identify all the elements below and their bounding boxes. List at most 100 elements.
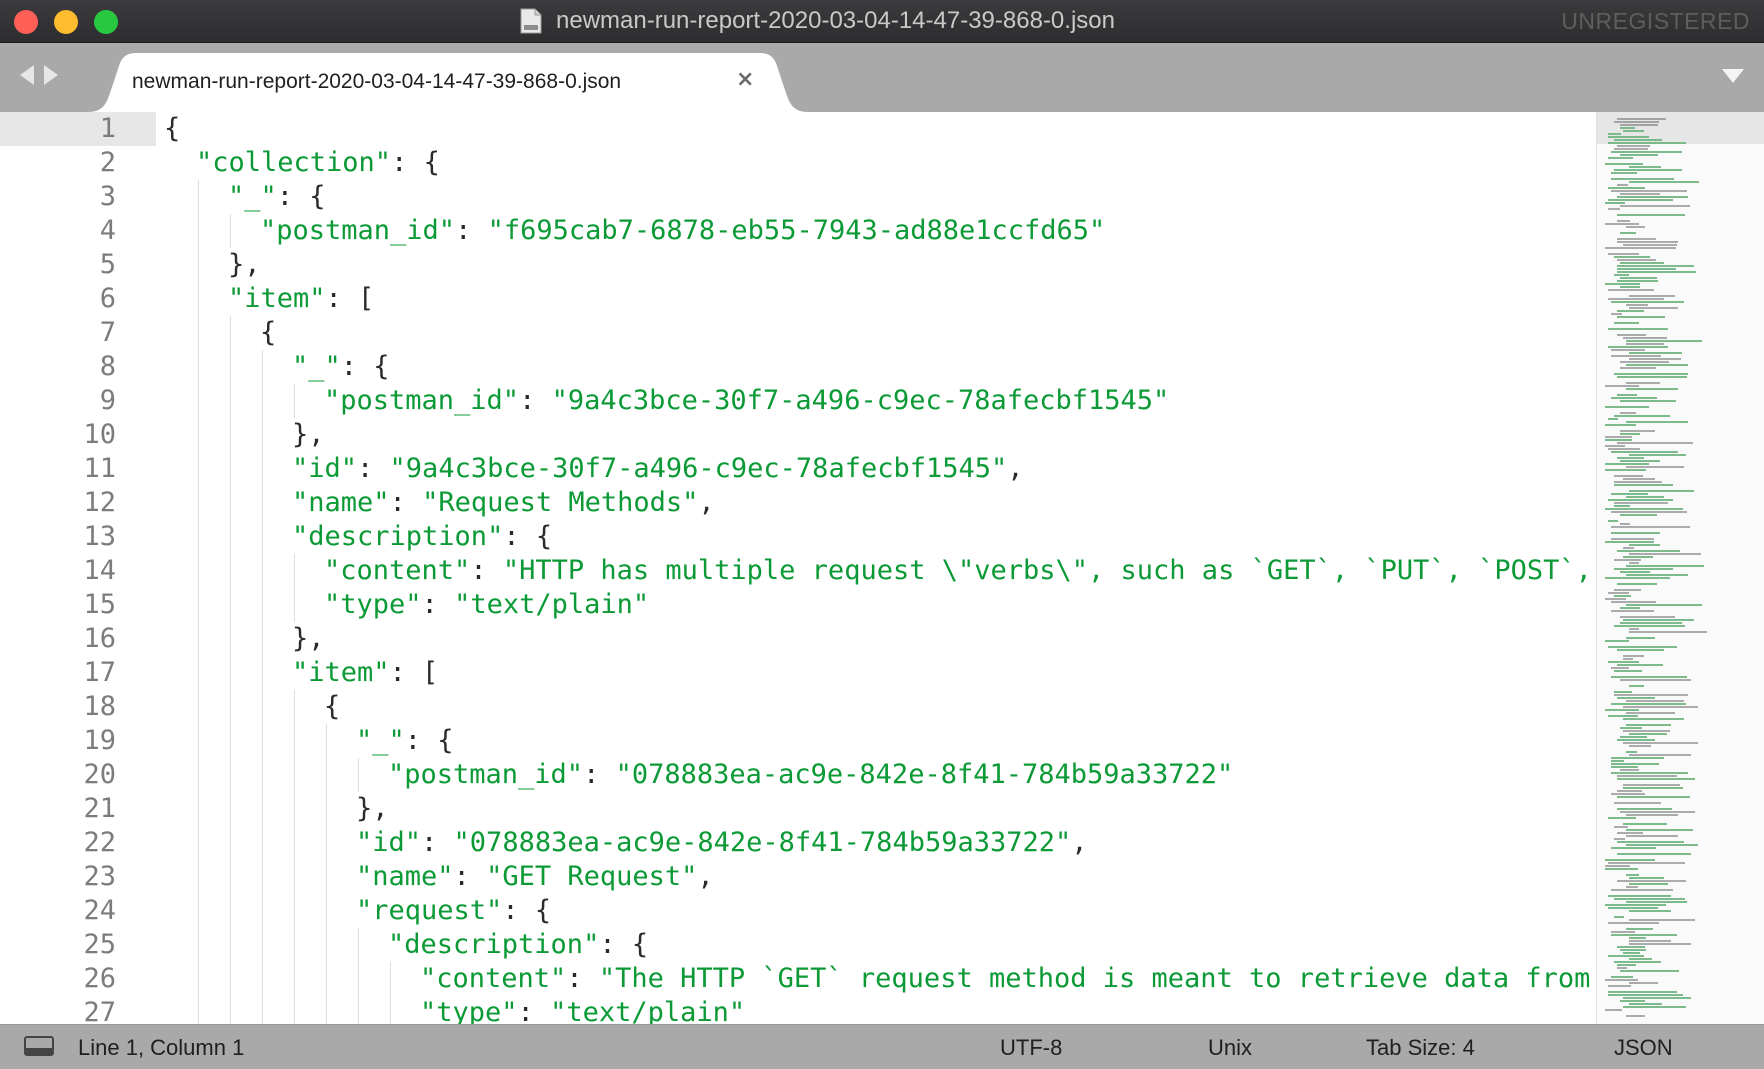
json-string: "The HTTP `GET` request method is meant … bbox=[598, 963, 1594, 994]
encoding-indicator[interactable]: UTF-8 bbox=[1000, 1035, 1062, 1061]
minimap-line bbox=[1620, 523, 1630, 525]
minimap-line bbox=[1605, 406, 1649, 408]
code-line[interactable]: "_": { bbox=[164, 350, 1594, 384]
code-line[interactable]: "postman_id": "078883ea-ac9e-842e-8f41-7… bbox=[164, 758, 1594, 792]
minimap-line bbox=[1629, 295, 1675, 297]
indent-guide bbox=[164, 622, 196, 656]
minimap-line bbox=[1614, 256, 1650, 258]
minimap-line bbox=[1611, 934, 1677, 936]
code-line[interactable]: "postman_id": "f695cab7-6878-eb55-7943-a… bbox=[164, 214, 1594, 248]
indent-guide bbox=[196, 180, 228, 214]
line-number: 24 bbox=[83, 895, 116, 926]
minimap-line bbox=[1620, 127, 1635, 129]
indent-guide bbox=[292, 894, 324, 928]
minimap-line bbox=[1620, 361, 1669, 363]
line-endings-indicator[interactable]: Unix bbox=[1208, 1035, 1252, 1061]
status-bar: Line 1, Column 1 UTF-8 Unix Tab Size: 4 … bbox=[0, 1024, 1764, 1069]
code-line[interactable]: "id": "078883ea-ac9e-842e-8f41-784b59a33… bbox=[164, 826, 1594, 860]
minimap-line bbox=[1629, 940, 1671, 942]
json-punctuation: : bbox=[421, 827, 454, 858]
json-string: "text/plain" bbox=[550, 997, 746, 1024]
json-punctuation: , bbox=[697, 861, 714, 892]
minimap-line bbox=[1617, 697, 1655, 699]
minimap-line bbox=[1626, 382, 1660, 384]
json-key: "type" bbox=[324, 589, 422, 620]
code-line[interactable]: { bbox=[164, 690, 1594, 724]
forward-arrow-icon[interactable] bbox=[44, 65, 58, 85]
minimap-line bbox=[1605, 868, 1638, 870]
cursor-position[interactable]: Line 1, Column 1 bbox=[78, 1035, 244, 1061]
code-line[interactable]: "postman_id": "9a4c3bce-30f7-a496-c9ec-7… bbox=[164, 384, 1594, 418]
tab-size-indicator[interactable]: Tab Size: 4 bbox=[1366, 1035, 1475, 1061]
minimap-line bbox=[1617, 238, 1656, 240]
code-line[interactable]: "description": { bbox=[164, 928, 1594, 962]
indent-guide bbox=[164, 860, 196, 894]
code-line[interactable]: "content": "HTTP has multiple request \"… bbox=[164, 554, 1594, 588]
indent-guide bbox=[324, 826, 356, 860]
indent-guide bbox=[164, 758, 196, 792]
minimap-line bbox=[1629, 910, 1671, 912]
code-line[interactable]: "description": { bbox=[164, 520, 1594, 554]
minimap-line bbox=[1623, 619, 1694, 621]
code-line[interactable]: { bbox=[164, 316, 1594, 350]
minimap-line bbox=[1626, 565, 1704, 567]
minimap-line bbox=[1611, 667, 1629, 669]
code-line[interactable]: "item": [ bbox=[164, 656, 1594, 690]
minimap-line bbox=[1611, 313, 1622, 315]
minimap-line bbox=[1617, 271, 1696, 273]
code-line[interactable]: "type": "text/plain" bbox=[164, 996, 1594, 1024]
code-line[interactable]: }, bbox=[164, 418, 1594, 452]
editor-pane[interactable]: 1 2 3 4 5 6 7 8 9 10 11 12 13 14 15 16 17 18 19 20 21 22 23 24 2… bbox=[0, 112, 1596, 1024]
minimap-line bbox=[1611, 355, 1661, 357]
code-line[interactable]: "name": "GET Request", bbox=[164, 860, 1594, 894]
code-area[interactable]: {"collection": {"_": {"postman_id": "f69… bbox=[164, 112, 1594, 1024]
minimap-line bbox=[1626, 304, 1648, 306]
code-line[interactable]: }, bbox=[164, 792, 1594, 826]
minimap-line bbox=[1620, 679, 1691, 681]
panel-toggle-icon[interactable] bbox=[24, 1036, 54, 1056]
indent-guide bbox=[164, 248, 196, 282]
line-number: 3 bbox=[99, 181, 116, 212]
indent-guide bbox=[196, 656, 228, 690]
code-line[interactable]: "name": "Request Methods", bbox=[164, 486, 1594, 520]
code-line[interactable]: "id": "9a4c3bce-30f7-a496-c9ec-78afecbf1… bbox=[164, 452, 1594, 486]
code-line[interactable]: "content": "The HTTP `GET` request metho… bbox=[164, 962, 1594, 996]
code-line[interactable]: "_": { bbox=[164, 180, 1594, 214]
minimap-line bbox=[1617, 583, 1657, 585]
minimap-line bbox=[1605, 508, 1683, 510]
minimap-line bbox=[1629, 181, 1699, 183]
minimap-line bbox=[1611, 763, 1659, 765]
chevron-down-icon[interactable] bbox=[1722, 69, 1744, 83]
minimap-line bbox=[1620, 124, 1658, 126]
json-punctuation: : { bbox=[391, 147, 440, 178]
line-number: 9 bbox=[99, 385, 116, 416]
code-line[interactable]: { bbox=[164, 112, 1594, 146]
indent-guide bbox=[228, 656, 260, 690]
code-line[interactable]: "_": { bbox=[164, 724, 1594, 758]
json-punctuation: , bbox=[1007, 453, 1024, 484]
indent-guide bbox=[260, 928, 292, 962]
code-line[interactable]: "type": "text/plain" bbox=[164, 588, 1594, 622]
minimize-window-button[interactable] bbox=[54, 10, 78, 34]
minimap-line bbox=[1605, 541, 1654, 543]
minimap-line bbox=[1617, 334, 1646, 336]
code-line[interactable]: "collection": { bbox=[164, 146, 1594, 180]
minimap-line bbox=[1617, 316, 1665, 318]
tab-active-file[interactable]: newman-run-report-2020-03-04-14-47-39-86… bbox=[88, 53, 808, 112]
indent-guide bbox=[260, 452, 292, 486]
minimap-line bbox=[1614, 694, 1688, 696]
minimap-line bbox=[1608, 199, 1673, 201]
close-window-button[interactable] bbox=[14, 10, 38, 34]
minimap[interactable] bbox=[1596, 112, 1764, 1024]
indent-guide bbox=[324, 996, 356, 1024]
line-number: 15 bbox=[83, 589, 116, 620]
syntax-indicator[interactable]: JSON bbox=[1614, 1035, 1673, 1061]
code-line[interactable]: }, bbox=[164, 622, 1594, 656]
code-line[interactable]: "item": [ bbox=[164, 282, 1594, 316]
zoom-window-button[interactable] bbox=[94, 10, 118, 34]
close-icon[interactable]: × bbox=[736, 67, 754, 93]
code-line[interactable]: "request": { bbox=[164, 894, 1594, 928]
back-arrow-icon[interactable] bbox=[20, 65, 34, 85]
code-line[interactable]: }, bbox=[164, 248, 1594, 282]
minimap-line bbox=[1617, 259, 1656, 261]
